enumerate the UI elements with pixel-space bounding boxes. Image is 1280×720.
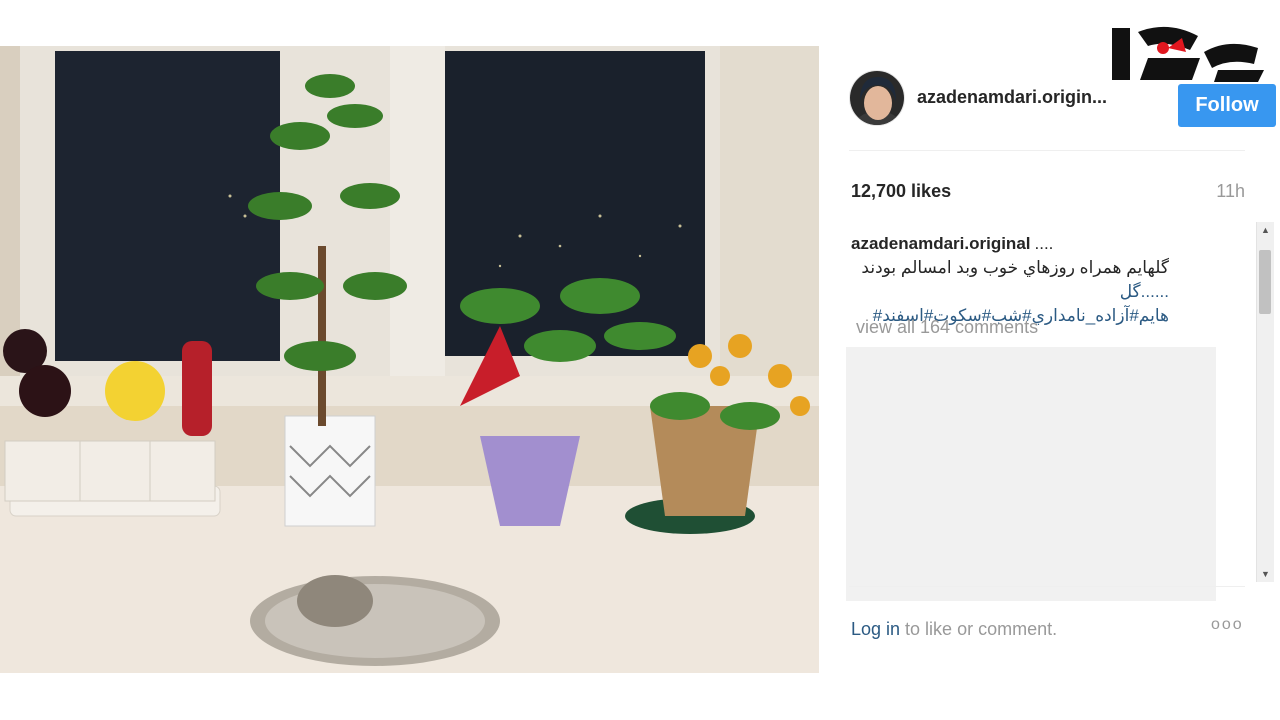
likes-count[interactable]: 12,700 likes [851, 181, 951, 202]
login-link[interactable]: Log in [851, 619, 900, 639]
username[interactable]: azadenamdari.origin... [917, 87, 1107, 108]
post-header: azadenamdari.origin... Follow [849, 70, 1276, 127]
follow-button[interactable]: Follow [1178, 84, 1276, 127]
scroll-thumb[interactable] [1259, 250, 1271, 314]
scroll-down-icon[interactable]: ▼ [1257, 566, 1274, 582]
login-prompt-text: to like or comment. [900, 619, 1058, 639]
divider [849, 586, 1245, 587]
more-options-icon[interactable]: ooo [1211, 616, 1244, 634]
view-all-comments-link[interactable]: view all 164 comments [856, 317, 1038, 338]
caption-dots: .... [1034, 234, 1054, 253]
post-photo [0, 46, 819, 673]
post-time: 11h [1216, 181, 1245, 201]
scroll-up-icon[interactable]: ▲ [1257, 222, 1274, 238]
caption: azadenamdari.original.... گلهایم همراه ر… [851, 232, 1231, 328]
caption-username[interactable]: azadenamdari.original [851, 234, 1031, 253]
comments-blurred-area [846, 347, 1216, 601]
comments-scrollbar[interactable]: ▲ ▼ [1256, 222, 1274, 582]
post-side-panel: azadenamdari.origin... Follow 12,700 lik… [819, 46, 1280, 673]
caption-text: گلهایم همراه روزهاي خوب وبد امسالم بودند [861, 258, 1169, 277]
avatar[interactable] [849, 70, 905, 126]
login-prompt: Log in to like or comment. [851, 619, 1057, 640]
divider [849, 150, 1245, 151]
